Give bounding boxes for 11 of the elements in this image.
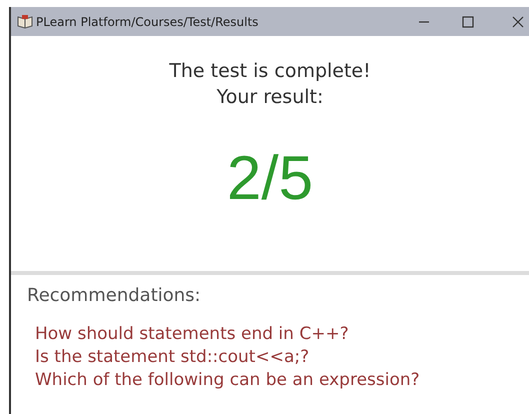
result-subheading: Your result: [216,85,324,110]
maximize-icon[interactable] [461,14,475,28]
recommendation-link[interactable]: Which of the following can be an expression? [35,369,529,392]
close-icon[interactable] [511,14,525,28]
book-icon [16,14,34,30]
recommendations-title: Recommendations: [27,284,202,308]
recommendation-link[interactable]: How should statements end in C++? [35,323,529,346]
window-title: PLearn Platform/Courses/Test/Results [36,14,258,30]
result-heading: The test is complete! [169,59,371,84]
score: 2/5 [226,144,314,214]
recommendation-link[interactable]: Is the statement std::cout<<a;? [35,346,529,369]
